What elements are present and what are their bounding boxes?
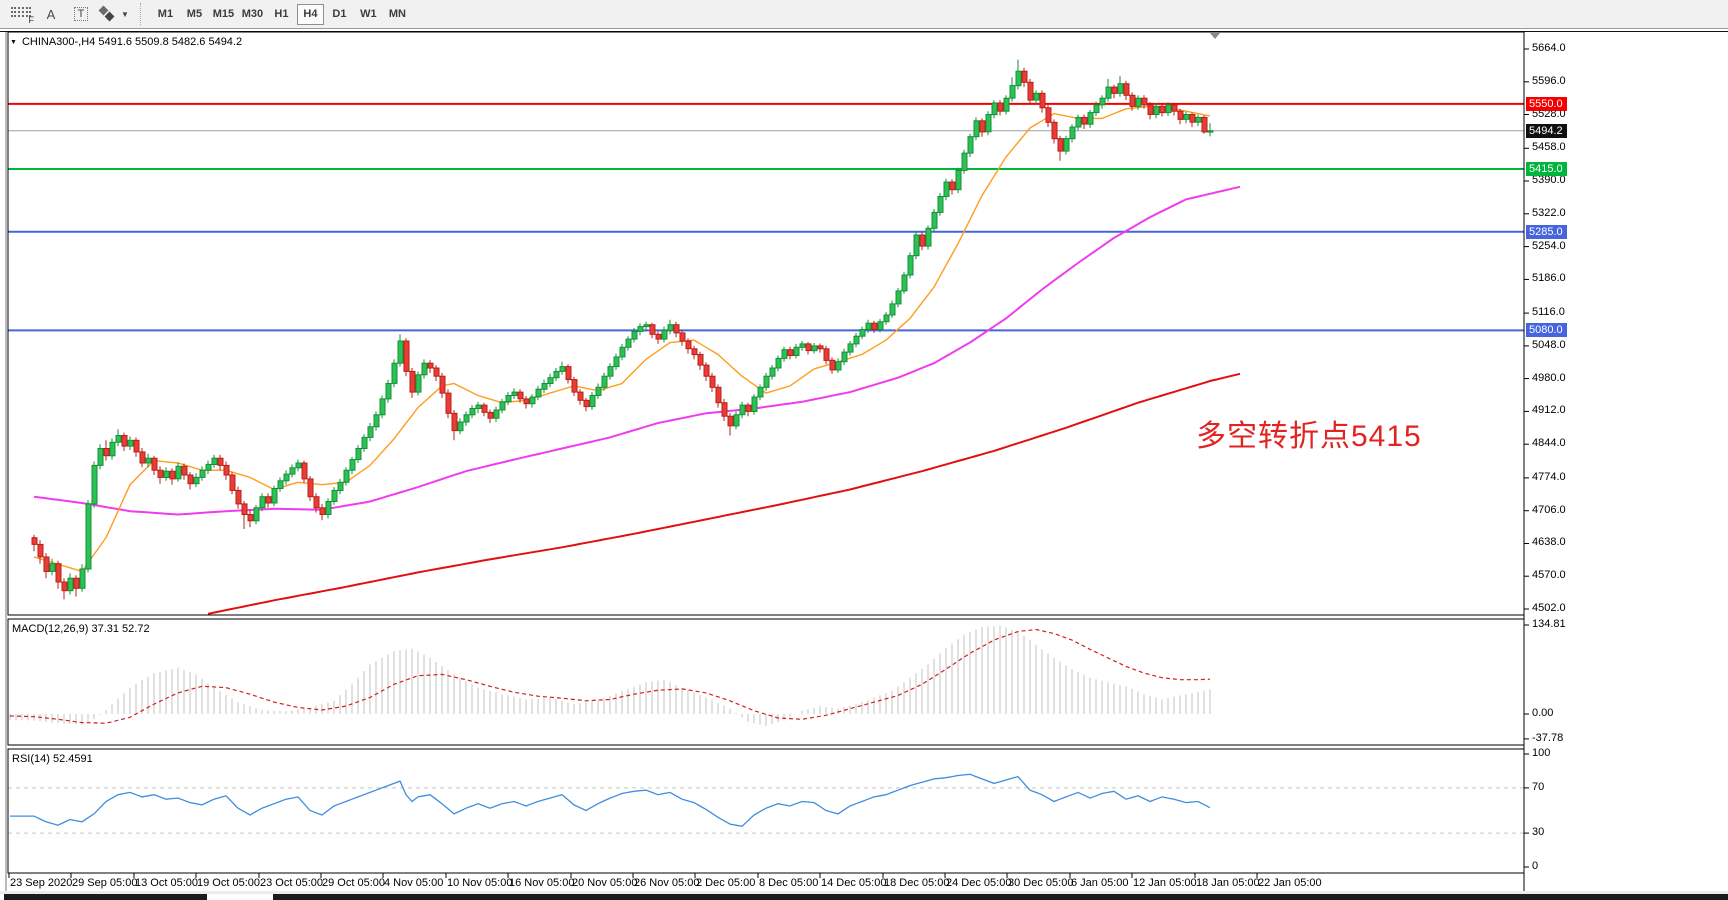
macd-axis-tick: 134.81 xyxy=(1532,618,1566,630)
price-axis-tick: 5048.0 xyxy=(1532,339,1566,351)
price-level-badge: 5285.0 xyxy=(1526,225,1567,239)
date-axis-label: 20 Nov 05:00 xyxy=(572,877,637,889)
price-axis-tick: 4706.0 xyxy=(1532,504,1566,516)
date-axis-label: 29 Oct 05:00 xyxy=(322,877,385,889)
price-axis-tick: 5186.0 xyxy=(1532,272,1566,284)
price-axis-tick: 4980.0 xyxy=(1532,372,1566,384)
date-axis-label: 30 Dec 05:00 xyxy=(1008,877,1073,889)
macd-axis-tick: -37.78 xyxy=(1532,732,1563,744)
price-level-badge: 5550.0 xyxy=(1526,97,1567,111)
date-axis-label: 23 Sep 2020 xyxy=(10,877,72,889)
price-axis-tick: 5596.0 xyxy=(1532,75,1566,87)
price-axis-tick: 4912.0 xyxy=(1532,404,1566,416)
price-level-badge: 5494.2 xyxy=(1526,124,1567,138)
date-axis-label: 22 Jan 05:00 xyxy=(1258,877,1322,889)
date-axis-label: 14 Dec 05:00 xyxy=(821,877,886,889)
date-axis-label: 18 Jan 05:00 xyxy=(1196,877,1260,889)
macd-indicator-label: MACD(12,26,9) 37.31 52.72 xyxy=(12,623,150,635)
rsi-axis-tick: 70 xyxy=(1532,781,1544,793)
price-axis-tick: 4638.0 xyxy=(1532,536,1566,548)
date-axis-label: 29 Sep 05:00 xyxy=(72,877,137,889)
chart-annotation-text[interactable]: 多空转折点5415 xyxy=(1196,411,1422,455)
date-axis-label: 19 Oct 05:00 xyxy=(197,877,260,889)
date-axis-label: 13 Oct 05:00 xyxy=(135,877,198,889)
price-axis-tick: 4844.0 xyxy=(1532,437,1566,449)
price-level-badge: 5415.0 xyxy=(1526,162,1567,176)
chart-dropdown-icon[interactable]: ▼ xyxy=(10,39,17,46)
price-axis-tick: 4570.0 xyxy=(1532,569,1566,581)
taskbar-strip xyxy=(273,894,1728,900)
taskbar-strip xyxy=(4,894,207,900)
rsi-axis-tick: 100 xyxy=(1532,747,1550,759)
price-axis-tick: 4502.0 xyxy=(1532,602,1566,614)
rsi-indicator-label: RSI(14) 52.4591 xyxy=(12,753,93,765)
price-level-badge: 5080.0 xyxy=(1526,323,1567,337)
rsi-axis-tick: 30 xyxy=(1532,826,1544,838)
chart-shift-marker[interactable] xyxy=(1210,33,1220,39)
date-axis-label: 24 Dec 05:00 xyxy=(946,877,1011,889)
date-axis-label: 18 Dec 05:00 xyxy=(884,877,949,889)
macd-axis-tick: 0.00 xyxy=(1532,707,1553,719)
date-axis-label: 23 Oct 05:00 xyxy=(260,877,323,889)
price-axis-tick: 5458.0 xyxy=(1532,141,1566,153)
price-chart[interactable] xyxy=(0,0,1728,900)
price-axis-tick: 5664.0 xyxy=(1532,42,1566,54)
date-axis-label: 6 Jan 05:00 xyxy=(1071,877,1129,889)
date-axis-label: 16 Nov 05:00 xyxy=(509,877,574,889)
chart-title: ▼ CHINA300-,H4 5491.6 5509.8 5482.6 5494… xyxy=(10,36,242,48)
date-axis-label: 10 Nov 05:00 xyxy=(447,877,512,889)
date-axis-label: 2 Dec 05:00 xyxy=(696,877,755,889)
price-axis-tick: 5116.0 xyxy=(1532,306,1565,318)
price-axis-tick: 5322.0 xyxy=(1532,207,1566,219)
chart-title-text: CHINA300-,H4 5491.6 5509.8 5482.6 5494.2 xyxy=(22,36,242,48)
date-axis-label: 26 Nov 05:00 xyxy=(634,877,699,889)
date-axis-label: 12 Jan 05:00 xyxy=(1133,877,1197,889)
date-axis-label: 4 Nov 05:00 xyxy=(384,877,443,889)
date-axis-label: 8 Dec 05:00 xyxy=(759,877,818,889)
price-axis-tick: 5254.0 xyxy=(1532,240,1566,252)
price-axis-tick: 4774.0 xyxy=(1532,471,1566,483)
rsi-axis-tick: 0 xyxy=(1532,860,1538,872)
